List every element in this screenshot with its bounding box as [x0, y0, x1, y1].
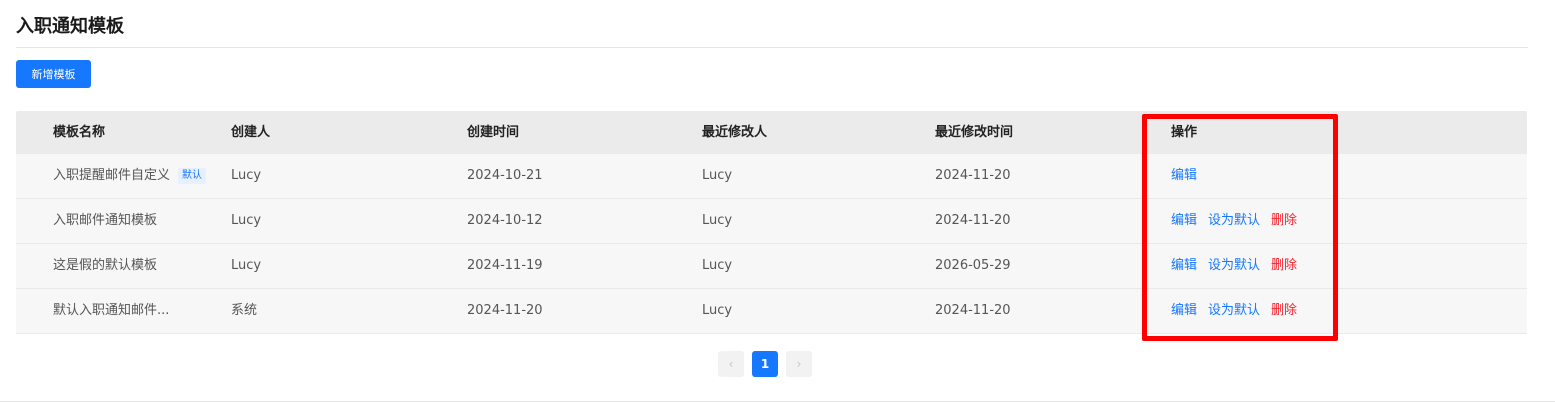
template-name: 这是假的默认模板	[53, 258, 158, 273]
cell-name: 入职提醒邮件自定义 默认	[53, 154, 207, 198]
cell-name: 入职邮件通知模板	[53, 199, 157, 243]
cell-modifier: Lucy	[702, 168, 733, 183]
header-modifier: 最近修改人	[702, 125, 768, 140]
header-modified-at: 最近修改时间	[935, 125, 1014, 140]
cell-created-at: 2024-11-19	[467, 258, 543, 273]
pagination: ‹ 1 ›	[718, 351, 812, 377]
prev-page-button[interactable]: ‹	[718, 351, 744, 377]
cell-modified-at: 2024-11-20	[935, 303, 1011, 318]
table-header: 模板名称 创建人 创建时间 最近修改人 最近修改时间 操作	[16, 111, 1527, 154]
cell-created-at: 2024-10-21	[467, 168, 543, 183]
header-name: 模板名称	[53, 125, 106, 140]
template-name: 入职提醒邮件自定义	[53, 168, 171, 183]
cell-actions: 编辑	[1171, 154, 1208, 198]
template-table: 模板名称 创建人 创建时间 最近修改人 最近修改时间 操作 入职提醒邮件自定义默…	[16, 111, 1527, 334]
table-row: 入职邮件通知模板 Lucy 2024-10-12 Lucy 2024-11-20 编辑 设为…	[16, 199, 1527, 244]
cell-modifier: Lucy	[702, 213, 733, 228]
set-default-link[interactable]: 设为默认	[1208, 289, 1260, 333]
template-name: 入职邮件通知模板	[53, 213, 158, 228]
title-divider	[16, 47, 1528, 48]
table-row: 入职提醒邮件自定义 默认 Lucy 2024-10-21 Lucy 2024-11-20 编…	[16, 154, 1527, 199]
cell-modifier: Lucy	[702, 258, 733, 273]
next-page-button[interactable]: ›	[786, 351, 812, 377]
edit-link[interactable]: 编辑	[1171, 154, 1197, 198]
template-name: 默认入职通知邮件...	[53, 303, 170, 318]
cell-modified-at: 2024-11-20	[935, 168, 1011, 183]
delete-link[interactable]: 删除	[1271, 289, 1297, 333]
cell-creator: 系统	[231, 303, 258, 318]
delete-link[interactable]: 删除	[1271, 199, 1297, 243]
table-row: 这是假的默认模板 Lucy 2024-11-19 Lucy 2026-05-29 编辑 设为…	[16, 244, 1527, 289]
cell-name: 这是假的默认模板	[53, 244, 157, 288]
header-creator: 创建人	[231, 125, 271, 140]
set-default-link[interactable]: 设为默认	[1208, 199, 1260, 243]
cell-actions: 编辑 设为默认 删除	[1171, 289, 1308, 333]
cell-modified-at: 2024-11-20	[935, 213, 1011, 228]
page-1-button[interactable]: 1	[752, 351, 778, 377]
table-body: 入职提醒邮件自定义 默认 Lucy 2024-10-21 Lucy 2024-11-20 编…	[16, 154, 1527, 334]
edit-link[interactable]: 编辑	[1171, 199, 1197, 243]
edit-link[interactable]: 编辑	[1171, 289, 1197, 333]
edit-link[interactable]: 编辑	[1171, 244, 1197, 288]
set-default-link[interactable]: 设为默认	[1208, 244, 1260, 288]
cell-creator: Lucy	[231, 258, 262, 273]
header-created-at: 创建时间	[467, 125, 520, 140]
delete-link[interactable]: 删除	[1271, 244, 1297, 288]
header-actions: 操作	[1171, 125, 1198, 140]
default-tag: 默认	[178, 167, 207, 184]
cell-modified-at: 2026-05-29	[935, 258, 1011, 273]
cell-modifier: Lucy	[702, 303, 733, 318]
cell-creator: Lucy	[231, 213, 262, 228]
cell-created-at: 2024-11-20	[467, 303, 543, 318]
cell-name: 默认入职通知邮件...	[53, 289, 169, 333]
cell-created-at: 2024-10-12	[467, 213, 543, 228]
cell-creator: Lucy	[231, 168, 262, 183]
table-row: 默认入职通知邮件... 系统 2024-11-20 Lucy 2024-11-20 编辑设…	[16, 289, 1527, 334]
add-template-button[interactable]: 新增模板	[16, 60, 91, 88]
page-title: 入职通知模板	[16, 16, 124, 37]
cell-actions: 编辑 设为默认 删除	[1171, 199, 1308, 243]
cell-actions: 编辑 设为默认 删除	[1171, 244, 1308, 288]
